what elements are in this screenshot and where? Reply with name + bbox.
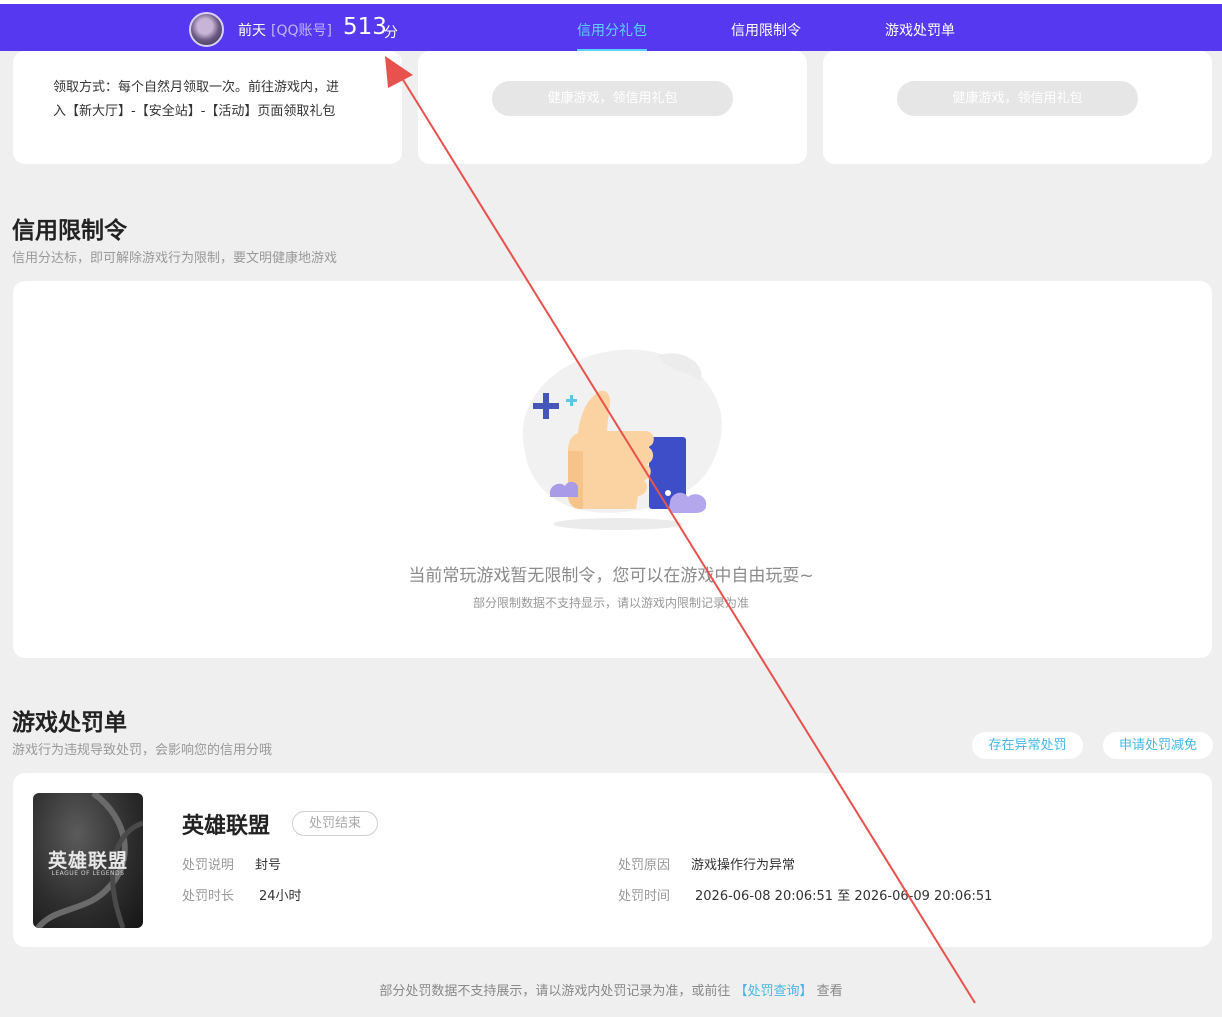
- tab-punishment-list[interactable]: 游戏处罚单: [885, 20, 955, 40]
- gift-card-3: 健康游戏，领信用礼包: [823, 51, 1212, 164]
- empty-state-message: 当前常玩游戏暂无限制令，您可以在游戏中自由玩耍~: [408, 566, 814, 586]
- thumbs-up-icon: [522, 349, 722, 530]
- punishment-desc-label: 处罚说明: [182, 858, 235, 873]
- status-badge: 处罚结束: [292, 811, 378, 836]
- game-name: 英雄联盟: [182, 814, 271, 839]
- punishment-section-title: 游戏处罚单: [12, 710, 127, 736]
- claim-text-line1: 领取方式：每个自然月领取一次。前往游戏内，进: [53, 80, 340, 95]
- account-type-label: [QQ账号]: [271, 23, 332, 39]
- apply-reduction-button[interactable]: 申请处罚减免: [1103, 732, 1213, 759]
- claim-text-line2: 入【新大厅】-【安全站】-【活动】页面领取礼包: [53, 104, 336, 119]
- restriction-section-title: 信用限制令: [12, 218, 127, 244]
- footer-text-end: 查看: [816, 984, 843, 999]
- punishment-duration-value: 24小时: [259, 889, 302, 904]
- tab-credit-gift[interactable]: 信用分礼包: [577, 20, 647, 40]
- top-nav-bar: 前天 [QQ账号] 513 分 信用分礼包 信用限制令 游戏处罚单: [0, 0, 1222, 52]
- restriction-section-subtitle: 信用分达标，即可解除游戏行为限制，要文明健康地游戏: [12, 251, 338, 266]
- punishment-section-subtitle: 游戏行为违规导致处罚，会影响您的信用分哦: [12, 743, 273, 758]
- claim-gift-button[interactable]: 健康游戏，领信用礼包: [897, 81, 1138, 116]
- claim-gift-button[interactable]: 健康游戏，领信用礼包: [492, 81, 733, 116]
- footer-note: 部分处罚数据不支持展示，请以游戏内处罚记录为准，或前往 【处罚查询】 查看: [0, 980, 1222, 999]
- gift-card-claim-info: 领取方式：每个自然月领取一次。前往游戏内，进 入【新大厅】-【安全站】-【活动】…: [13, 51, 402, 164]
- credit-score-unit: 分: [384, 25, 398, 41]
- abnormal-punishment-button[interactable]: 存在异常处罚: [972, 732, 1083, 759]
- footer-text: 部分处罚数据不支持展示，请以游戏内处罚记录为准，或前往: [379, 984, 731, 999]
- punishment-reason-label: 处罚原因: [618, 858, 671, 873]
- game-logo: 英雄联盟 LEAGUE OF LEGENDS: [33, 793, 143, 928]
- punishment-reason-value: 游戏操作行为异常: [691, 858, 796, 873]
- credit-score-value: 513: [343, 14, 387, 40]
- game-logo-subtext: LEAGUE OF LEGENDS: [51, 870, 125, 877]
- gift-card-2: 健康游戏，领信用礼包: [418, 51, 807, 164]
- avatar[interactable]: [189, 12, 224, 47]
- game-logo-text: 英雄联盟: [47, 850, 128, 872]
- punishment-desc-value: 封号: [255, 858, 282, 873]
- empty-state-note: 部分限制数据不支持显示，请以游戏内限制记录为准: [472, 596, 749, 610]
- restriction-empty-card: 当前常玩游戏暂无限制令，您可以在游戏中自由玩耍~ 部分限制数据不支持显示，请以游…: [13, 281, 1212, 658]
- punishment-time-label: 处罚时间: [618, 889, 671, 904]
- username: 前天: [238, 23, 266, 39]
- tab-restriction-order[interactable]: 信用限制令: [731, 20, 801, 40]
- punishment-query-link[interactable]: 【处罚查询】: [734, 984, 812, 999]
- punishment-duration-label: 处罚时长: [182, 889, 235, 904]
- punishment-time-value: 2026-06-08 20:06:51 至 2026-06-09 20:06:5…: [695, 889, 993, 904]
